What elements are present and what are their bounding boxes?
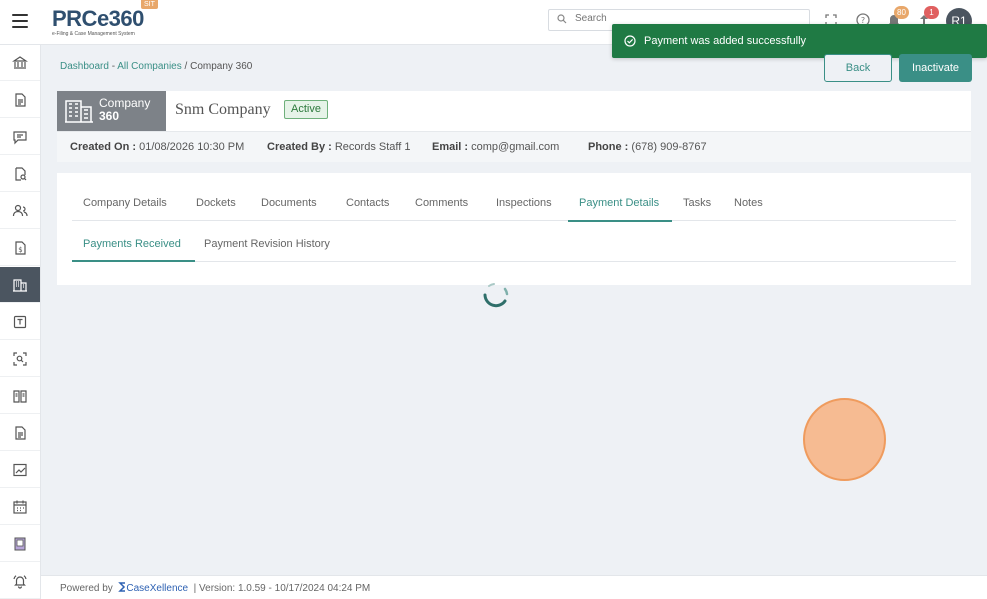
tab-inspections[interactable]: Inspections: [496, 197, 552, 209]
users-icon: [12, 204, 28, 216]
subtab-payments-received[interactable]: Payments Received: [83, 238, 181, 250]
sidebar-item-users[interactable]: [0, 193, 40, 229]
active-subtab-indicator: [72, 260, 195, 262]
brand-link[interactable]: CaseXellence: [126, 583, 188, 594]
building-icon: [65, 100, 93, 123]
sidebar-item-invoices[interactable]: $: [0, 230, 40, 266]
status-badge: Active: [284, 100, 328, 119]
alerts-count-badge: 1: [924, 6, 939, 19]
sidebar-item-analytics[interactable]: [0, 452, 40, 488]
email-value: comp@gmail.com: [471, 141, 560, 153]
logo-subtitle: e-Filing & Case Management System: [52, 31, 135, 37]
created-by-label: Created By :: [267, 141, 332, 153]
document-search-icon: [15, 166, 27, 181]
powered-by-label: Powered by: [60, 583, 113, 594]
logo-text: PRCe360: [52, 6, 144, 31]
search-input[interactable]: [575, 13, 775, 24]
book-icon: [13, 389, 27, 403]
invoice-icon: $: [15, 240, 26, 255]
building-icon: [13, 278, 27, 292]
sidebar-item-search-docs[interactable]: [0, 156, 40, 192]
cursor-indicator: [803, 398, 886, 481]
sidebar-item-reports[interactable]: [0, 415, 40, 451]
calendar-icon: [13, 500, 27, 514]
sub-tabs: Payments Received Payment Revision Histo…: [72, 231, 956, 262]
tab-dockets[interactable]: Dockets: [196, 197, 236, 209]
sidebar-item-inspections[interactable]: [0, 341, 40, 377]
phone-value: (678) 909-8767: [631, 141, 707, 153]
chat-icon: [13, 130, 27, 144]
main-tabs: Company Details Dockets Documents Contac…: [72, 191, 956, 222]
app-logo[interactable]: PRCe360 e-Filing & Case Management Syste…: [52, 6, 144, 38]
company-name: Snm Company: [175, 101, 271, 118]
tab-notes[interactable]: Notes: [734, 197, 763, 209]
notifications-count-badge: 80: [894, 6, 909, 19]
bell-ring-icon: [13, 574, 27, 589]
loading-spinner-icon: [483, 283, 509, 308]
phone: Phone : (678) 909-8767: [588, 141, 707, 153]
back-button[interactable]: Back: [824, 54, 892, 82]
tab-tasks[interactable]: Tasks: [683, 197, 711, 209]
company-meta-row: Created On : 01/08/2026 10:30 PM Created…: [57, 131, 971, 162]
email-label: Email :: [432, 141, 469, 153]
sidebar-item-courthouse[interactable]: [0, 45, 40, 81]
company-id: 360: [99, 109, 120, 123]
text-box-icon: [13, 315, 27, 328]
breadcrumb: Dashboard - All Companies / Company 360: [60, 61, 252, 72]
sidebar-item-companies[interactable]: [0, 267, 40, 303]
active-tab-indicator: [568, 220, 672, 222]
created-by: Created By : Records Staff 1: [267, 141, 410, 153]
footer: Powered by CaseXellence | Version: 1.0.5…: [41, 575, 987, 599]
toast-message: Payment was added successfully: [644, 35, 807, 47]
tab-company-details[interactable]: Company Details: [83, 197, 167, 209]
sidebar-item-calendar[interactable]: [0, 489, 40, 525]
document-icon: [15, 92, 26, 107]
footer-text: Powered by CaseXellence | Version: 1.0.5…: [60, 582, 370, 594]
tab-contacts[interactable]: Contacts: [346, 197, 389, 209]
records-icon: [14, 537, 26, 550]
created-by-value: Records Staff 1: [334, 141, 411, 153]
success-toast: Payment was added successfully: [612, 24, 987, 58]
breadcrumb-companies-link[interactable]: All Companies: [117, 61, 181, 72]
sidebar-item-records[interactable]: [0, 526, 40, 562]
created-on-label: Created On :: [70, 141, 137, 153]
company-header-card: Company 360 Snm Company Active: [57, 91, 971, 131]
sidebar-item-templates[interactable]: [0, 304, 40, 340]
sidebar: $: [0, 45, 41, 599]
tabs-card: Company Details Dockets Documents Contac…: [57, 173, 971, 285]
company-id-block: Company 360: [57, 91, 166, 131]
subtab-payment-revision-history[interactable]: Payment Revision History: [204, 238, 330, 250]
created-on-value: 01/08/2026 10:30 PM: [139, 141, 245, 153]
hamburger-menu-icon[interactable]: [12, 14, 28, 28]
sidebar-item-alerts[interactable]: [0, 563, 40, 599]
breadcrumb-dashboard-link[interactable]: Dashboard: [60, 61, 109, 72]
breadcrumb-separator: -: [108, 61, 118, 72]
created-on: Created On : 01/08/2026 10:30 PM: [70, 141, 244, 153]
scan-search-icon: [13, 351, 27, 366]
file-text-icon: [15, 425, 26, 440]
phone-label: Phone :: [588, 141, 629, 153]
tab-documents[interactable]: Documents: [261, 197, 317, 209]
sidebar-item-filings[interactable]: [0, 82, 40, 118]
tab-payment-details[interactable]: Payment Details: [579, 197, 659, 209]
email: Email : comp@gmail.com: [432, 141, 559, 153]
check-circle-icon: [624, 35, 636, 47]
courthouse-icon: [12, 55, 28, 69]
company-label: Company: [99, 96, 151, 110]
search-icon: [557, 14, 567, 24]
breadcrumb-separator: /: [181, 61, 191, 72]
tab-comments[interactable]: Comments: [415, 197, 468, 209]
inactivate-button[interactable]: Inactivate: [899, 54, 972, 82]
breadcrumb-current: Company 360: [190, 61, 253, 72]
sidebar-item-messages[interactable]: [0, 119, 40, 155]
sidebar-item-library[interactable]: [0, 378, 40, 414]
chart-icon: [13, 463, 27, 476]
version-info: | Version: 1.0.59 - 10/17/2024 04:24 PM: [193, 583, 371, 594]
env-badge: SIT: [141, 0, 158, 9]
svg-text:$: $: [18, 246, 22, 254]
